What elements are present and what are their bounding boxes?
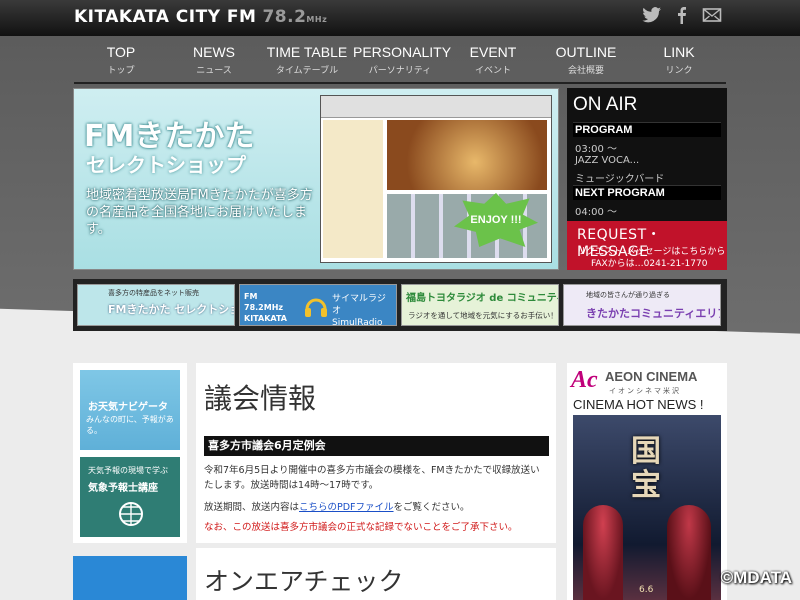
assembly-paragraph-1: 令和7年6月5日より開催中の喜多方市議会の模様を、FMきたかたで収録放送いたしま… — [204, 465, 540, 491]
banner-select-shop-text: FMきたかた セレクトショップ — [108, 303, 234, 316]
banner-toyota-radio-text: 福島トヨタラジオ de コミュニティ — [406, 293, 559, 304]
pdf-link[interactable]: こちらのPDFファイル — [299, 502, 394, 513]
nav-personality-sub: パーソナリティ — [368, 66, 432, 76]
banner-select-shop[interactable]: 喜多方の特産品をネット販売 FMきたかた セレクトショップ — [77, 284, 235, 326]
nav-top[interactable]: TOP トップ — [74, 44, 168, 76]
nav-link[interactable]: LINK リンク — [632, 44, 726, 76]
next-program-label: NEXT PROGRAM — [573, 185, 721, 200]
nav-news-label: NEWS — [193, 44, 235, 60]
banner-toyota-radio-sub: ラジオを通して地域を元気にするお手伝い！ — [408, 311, 558, 320]
nav-outline-sub: 会社概要 — [567, 66, 604, 76]
nav-news[interactable]: NEWS ニュース — [167, 44, 261, 76]
watermark: ©MDATA — [720, 568, 792, 587]
next-program-time: 04:00 〜 — [575, 207, 617, 218]
nav-link-label: LINK — [663, 44, 695, 60]
left-sidebar: お天気ナビゲータ みんなの町に、予報がある。 天気予報の現場で学ぶ 気象予報士講… — [73, 363, 187, 543]
nav-top-sub: トップ — [107, 66, 135, 76]
poster-date: 6.6 — [639, 585, 654, 595]
logo-text: KITAKATA CITY FM — [74, 7, 257, 27]
movie-poster-image[interactable]: 国宝 6.6 — [573, 415, 721, 600]
assembly-notice: なお、この放送は喜多方市議会の正式な記録でないことをご了承下さい。 — [204, 522, 518, 533]
left-sidebar-banner-2[interactable] — [73, 556, 187, 600]
nav-personality-label: PERSONALITY — [353, 44, 452, 60]
logo-unit: MHz — [306, 15, 328, 24]
program-time: 03:00 〜 — [575, 144, 617, 155]
nav-event[interactable]: EVENT イベント — [446, 44, 540, 76]
aeon-kana: イオンシネマ米沢 — [609, 387, 681, 395]
mail-icon[interactable] — [702, 6, 722, 24]
band-slant — [0, 330, 800, 363]
program-provider: ミュージックバード — [575, 174, 665, 185]
nav-outline[interactable]: OUTLINE 会社概要 — [539, 44, 633, 76]
ramen-image — [387, 120, 547, 190]
banner-community-area-text: きたかたコミュニティエリア — [586, 307, 721, 320]
logo-frequency: 78.2 — [262, 7, 307, 27]
assembly-paragraph-2-post: をご覧ください。 — [393, 502, 470, 513]
nav-news-sub: ニュース — [196, 66, 232, 76]
assembly-paragraph-2-pre: 放送期間、放送内容は — [204, 502, 300, 513]
weather-course-banner[interactable]: 天気予報の現場で学ぶ 気象予報士講座 — [80, 457, 180, 537]
nav-timetable[interactable]: TIME TABLE タイムテーブル — [260, 44, 354, 76]
weather-navigator-banner[interactable]: お天気ナビゲータ みんなの町に、予報がある。 — [80, 370, 180, 450]
top-header: KITAKATA CITY FM 78.2MHz — [0, 0, 800, 36]
site-logo[interactable]: KITAKATA CITY FM 78.2MHz — [74, 7, 327, 27]
nav-timetable-sub: タイムテーブル — [275, 66, 339, 76]
program-label: PROGRAM — [573, 122, 721, 137]
onair-title: ON AIR — [573, 94, 638, 115]
navi-title: お天気ナビゲータ — [88, 402, 168, 413]
banner-select-shop-top: 喜多方の特産品をネット販売 — [108, 289, 199, 297]
nav-timetable-label: TIME TABLE — [266, 44, 348, 60]
nav-top-label: TOP — [106, 44, 136, 60]
nav-event-label: EVENT — [469, 44, 517, 60]
assembly-info-section: 議会情報 喜多方市議会6月定例会 令和7年6月5日より開催中の喜多方市議会の模様… — [196, 363, 556, 543]
globe-icon — [119, 502, 143, 526]
headphones-icon — [305, 298, 327, 317]
banner-strip: 喜多方の特産品をネット販売 FMきたかた セレクトショップ FM 78.2MHz… — [73, 279, 727, 331]
main-nav: TOP トップ NEWS ニュース TIME TABLE タイムテーブル PERSON… — [74, 40, 726, 84]
poster-title: 国宝 — [631, 434, 661, 503]
twitter-icon[interactable] — [642, 6, 662, 24]
banner-toyota-radio[interactable]: 福島トヨタラジオ de コミュニティ ラジオを通して地域を元気にするお手伝い！ — [401, 284, 559, 326]
nav-outline-label: OUTLINE — [555, 44, 617, 60]
facebook-icon[interactable] — [672, 6, 692, 24]
program-name: JAZZ VOCA... — [575, 155, 640, 166]
onair-check-heading: オンエアチェック — [204, 567, 404, 596]
weather-course-title: 気象予報士講座 — [88, 483, 158, 494]
request-message-button[interactable]: REQUEST・MESSAGE リクエスト･メッセージはこちらから FAXからは… — [567, 221, 727, 270]
nav-link-sub: リンク — [665, 66, 693, 76]
nav-personality[interactable]: PERSONALITY パーソナリティ — [353, 44, 452, 76]
assembly-subheading: 喜多方市議会6月定例会 — [204, 436, 549, 456]
banner-community-area-top: 地域の皆さんが通り過ぎる — [586, 291, 670, 299]
hero-subtitle: セレクトショップ — [86, 153, 246, 177]
aeon-logo: Ac — [571, 367, 598, 393]
onair-check-section: オンエアチェック — [196, 548, 556, 600]
navi-sub: みんなの町に、予報がある。 — [86, 415, 174, 435]
hero-banner[interactable]: FMきたかた セレクトショップ 地域密着型放送局FMきたかたが喜多方の名産品を全… — [73, 88, 559, 270]
nav-event-sub: イベント — [474, 66, 511, 76]
banner-community-area[interactable]: 地域の皆さんが通り過ぎる きたかたコミュニティエリア — [563, 284, 721, 326]
aeon-name: AEON CINEMA — [605, 369, 698, 384]
banner-simulradio[interactable]: FM 78.2MHz KITAKATA サイマルラジオ SimulRadio — [239, 284, 397, 326]
weather-course-top: 天気予報の現場で学ぶ — [88, 466, 168, 475]
cinema-hot-news: CINEMA HOT NEWS ! — [573, 397, 704, 412]
banner-simulradio-top: FM 78.2MHz KITAKATA — [244, 292, 287, 323]
assembly-paragraph-2: 放送期間、放送内容はこちらのPDFファイルをご覧ください。 — [204, 500, 549, 515]
aeon-cinema-banner[interactable]: Ac AEON CINEMA イオンシネマ米沢 CINEMA HOT NEWS … — [567, 363, 727, 600]
assembly-heading: 議会情報 — [204, 382, 317, 415]
banner-simulradio-text: サイマルラジオ SimulRadio — [332, 294, 386, 326]
request-fax: FAXからは…0241-21-1770 — [591, 259, 708, 269]
hero-description: 地域密着型放送局FMきたかたが喜多方の名産品を全国各地にお届けいたします。 — [86, 188, 313, 237]
